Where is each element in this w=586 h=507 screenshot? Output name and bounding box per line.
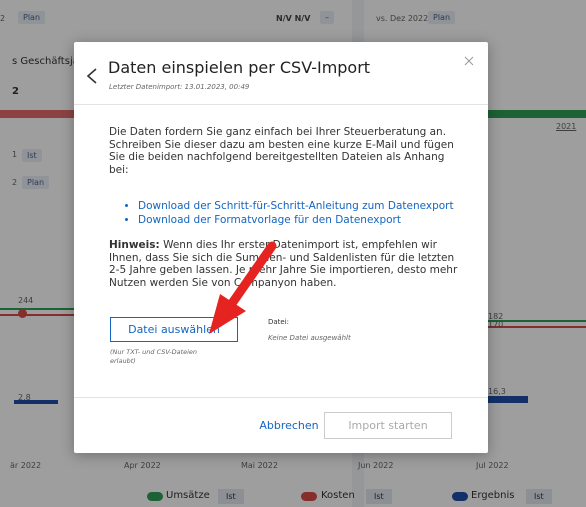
download-links: Download der Schritt-für-Schritt-Anleitu… [124,200,478,227]
choose-file-button[interactable]: Datei auswählen [110,317,238,342]
selected-file-value: Keine Datei ausgewählt [268,334,351,342]
download-guide-link[interactable]: Download der Schritt-für-Schritt-Anleitu… [138,200,478,214]
download-template-link[interactable]: Download der Formatvorlage für den Daten… [138,214,478,228]
header-divider [74,104,488,105]
hint-text: Hinweis: Wenn dies Ihr erster Datenimpor… [109,239,459,289]
dialog-title: Daten einspielen per CSV-Import [108,58,371,77]
file-type-note: (Nur TXT- und CSV-Dateien erlaubt) [110,348,198,365]
last-import-info: Letzter Datenimport: 13.01.2023, 00:49 [109,83,250,91]
chevron-left-icon[interactable] [85,66,99,86]
close-icon[interactable] [463,55,475,67]
footer-divider [74,397,488,398]
file-label: Datei: [268,318,290,326]
hint-body: Wenn dies Ihr erster Datenimport ist, em… [109,239,458,289]
intro-text: Die Daten fordern Sie ganz einfach bei I… [109,126,454,176]
hint-label: Hinweis: [109,239,160,251]
csv-import-dialog: Daten einspielen per CSV-Import Letzter … [74,42,488,453]
start-import-button[interactable]: Import starten [324,412,452,439]
